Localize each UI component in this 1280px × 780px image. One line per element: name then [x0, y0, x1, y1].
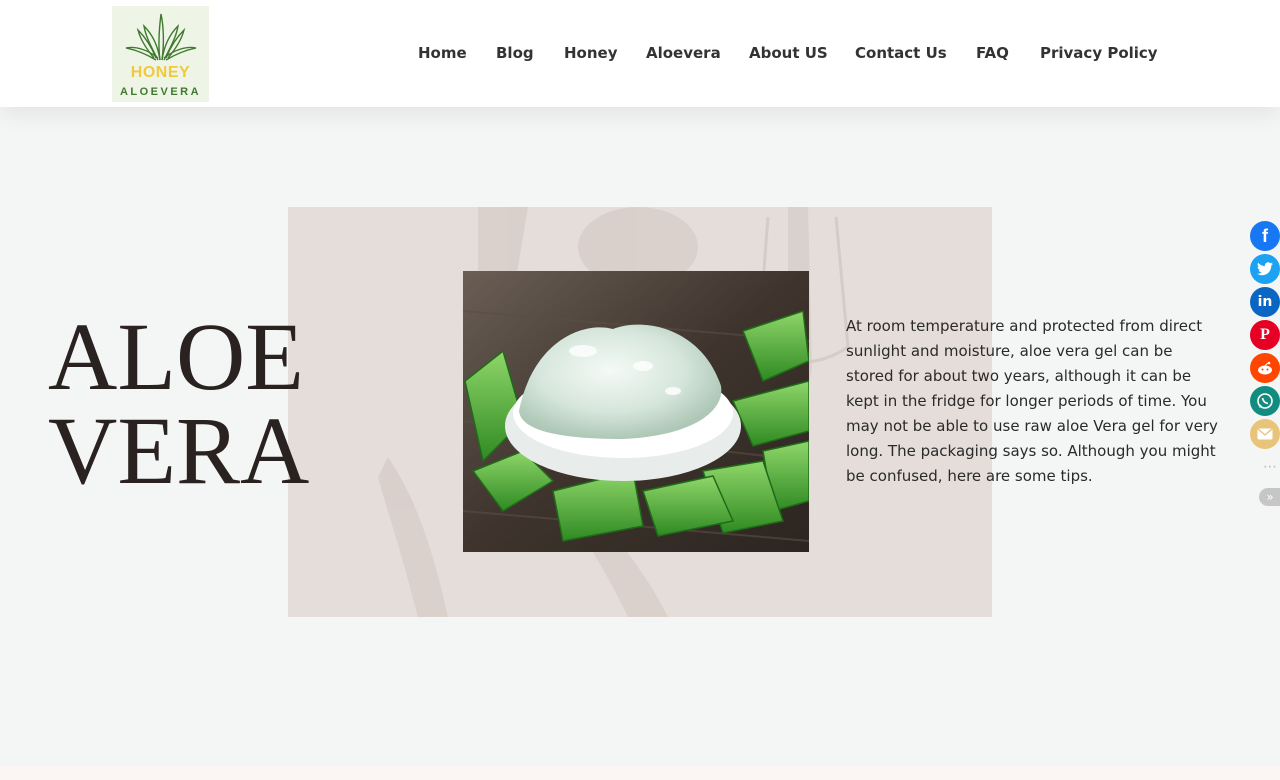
nav-honey[interactable]: Honey [564, 44, 618, 62]
hero-title-line1: ALOE [48, 303, 304, 410]
double-chevron-right-icon: » [1266, 490, 1274, 504]
aloe-plant-logo-icon [125, 13, 197, 61]
nav-privacy-policy[interactable]: Privacy Policy [1040, 44, 1158, 62]
aloe-vera-gel-photo [463, 271, 809, 552]
reddit-icon [1258, 361, 1272, 375]
hero-description: At room temperature and protected from d… [846, 317, 1218, 485]
hero-title: ALOE VERA [48, 303, 310, 504]
facebook-icon: f [1262, 225, 1268, 246]
facebook-share-button[interactable]: f [1250, 221, 1280, 251]
linkedin-icon: in [1257, 294, 1273, 310]
more-dots-icon[interactable]: ⋯ [1263, 459, 1277, 475]
whatsapp-share-button[interactable] [1250, 386, 1280, 416]
nav-aloevera[interactable]: Aloevera [646, 44, 721, 62]
reddit-share-button[interactable] [1250, 353, 1280, 383]
aloe-gel-bowl-image [463, 271, 809, 552]
nav-blog[interactable]: Blog [496, 44, 534, 62]
twitter-icon [1257, 262, 1273, 276]
nav-contact-us[interactable]: Contact Us [855, 44, 947, 62]
site-header: HONEY ALOEVERA Home Blog Honey Aloevera … [0, 0, 1280, 107]
pinterest-icon: P [1260, 326, 1270, 343]
site-logo[interactable]: HONEY ALOEVERA [112, 6, 209, 102]
hero-title-line2: VERA [48, 397, 310, 504]
whatsapp-icon [1257, 393, 1273, 409]
nav-about-us[interactable]: About US [749, 44, 828, 62]
pinterest-share-button[interactable]: P [1250, 320, 1280, 350]
email-share-button[interactable] [1250, 419, 1280, 449]
logo-text-honey: HONEY [130, 64, 191, 81]
logo-text-aloevera: ALOEVERA [119, 86, 202, 98]
twitter-share-button[interactable] [1250, 254, 1280, 284]
email-icon [1257, 428, 1273, 440]
footer-strip [0, 766, 1280, 780]
collapse-share-button[interactable]: » [1259, 488, 1280, 506]
nav-home[interactable]: Home [418, 44, 467, 62]
linkedin-share-button[interactable]: in [1250, 287, 1280, 317]
nav-faq[interactable]: FAQ [976, 44, 1009, 62]
